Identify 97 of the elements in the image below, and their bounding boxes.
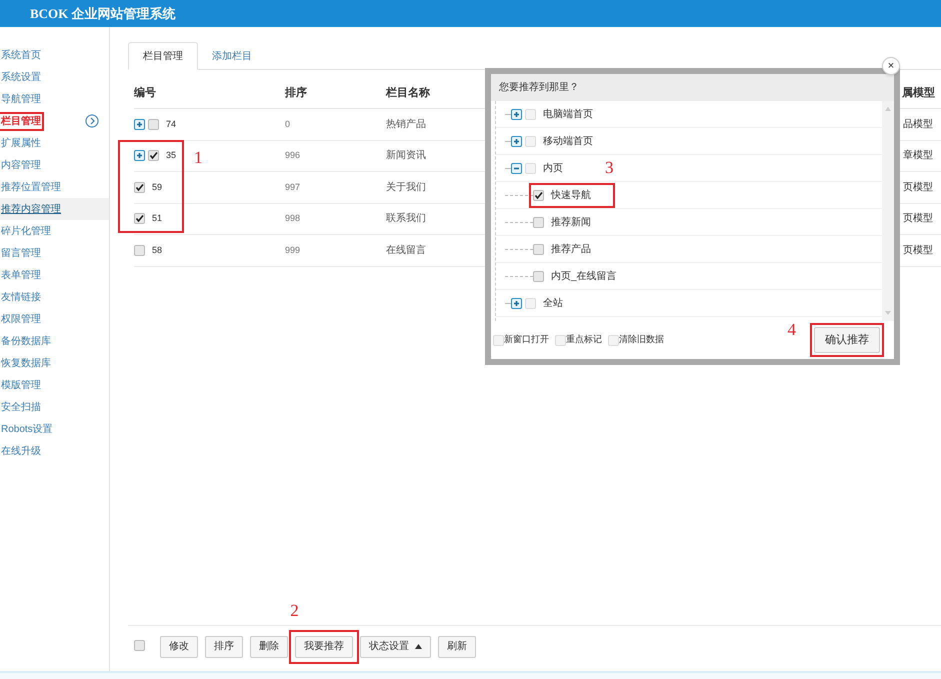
annotation-number: 3 <box>605 157 614 180</box>
table-cell-text: 页模型 <box>903 212 934 226</box>
option-label[interactable]: 重点标记 <box>566 333 602 347</box>
table-cell-text: 0 <box>285 118 290 130</box>
table-cell-text: 页模型 <box>903 180 934 195</box>
checkbox[interactable] <box>134 213 145 224</box>
sidebar-item[interactable]: 权限管理 <box>0 312 42 326</box>
checkbox[interactable] <box>525 162 536 174</box>
toolbar-button[interactable]: 刷新 <box>438 636 476 658</box>
sidebar-item[interactable]: 栏目管理 <box>0 114 42 128</box>
tree-item-label[interactable]: 内页 <box>543 160 563 176</box>
checkbox[interactable] <box>525 108 536 120</box>
checkbox[interactable] <box>533 216 544 228</box>
toolbar-button[interactable]: 我要推荐 <box>295 636 353 658</box>
sidebar-item[interactable]: 系统首页 <box>0 48 42 62</box>
table-cell-text: 在线留言 <box>386 244 426 258</box>
scroll-up-icon[interactable] <box>885 107 891 111</box>
table-cell-text: 品模型 <box>903 118 934 132</box>
table-cell-text: 59 <box>152 180 162 194</box>
sidebar-item[interactable]: 系统设置 <box>0 70 42 84</box>
checkbox[interactable] <box>555 334 566 346</box>
sidebar-item[interactable]: Robots设置 <box>0 422 54 436</box>
sidebar-item[interactable]: 导航管理 <box>0 92 42 106</box>
checkbox[interactable] <box>148 150 159 162</box>
table-cell-text: 新闻资讯 <box>386 148 426 164</box>
tree-item-label[interactable]: 推荐新闻 <box>551 214 591 230</box>
column-header: 编号 <box>134 86 156 101</box>
checkbox[interactable] <box>608 334 619 346</box>
checkbox[interactable] <box>134 182 145 193</box>
table-cell-text: 997 <box>285 180 300 194</box>
table-cell-text: 联系我们 <box>386 212 426 226</box>
scroll-down-icon[interactable] <box>885 311 891 315</box>
collapse-sidebar-icon[interactable] <box>85 114 99 128</box>
app-title: BCOK 企业网站管理系统 <box>30 4 176 23</box>
tree-item-label[interactable]: 推荐产品 <box>551 242 591 256</box>
checkbox[interactable] <box>134 244 145 256</box>
expand-icon[interactable] <box>134 118 145 130</box>
tree-item-label[interactable]: 内页_在线留言 <box>551 268 617 284</box>
caret-icon <box>415 644 422 649</box>
sidebar-item[interactable]: 在线升级 <box>0 444 42 458</box>
table-cell-text: 35 <box>166 149 176 162</box>
table-cell-text: 58 <box>152 244 162 256</box>
sidebar-item[interactable]: 友情链接 <box>0 290 42 304</box>
tab[interactable]: 栏目管理 <box>128 42 198 70</box>
sidebar-item[interactable]: 碎片化管理 <box>0 224 52 238</box>
table-cell-text: 999 <box>285 244 300 256</box>
sidebar-item[interactable]: 留言管理 <box>0 246 42 260</box>
toolbar-button[interactable]: 删除 <box>250 636 288 658</box>
close-button[interactable]: × <box>882 57 900 75</box>
tree-item-label[interactable]: 移动端首页 <box>543 134 593 148</box>
sidebar-item[interactable]: 安全扫描 <box>0 400 42 414</box>
column-header: 属模型 <box>902 86 935 101</box>
tree-item-label[interactable]: 电脑端首页 <box>543 106 593 122</box>
expand-icon[interactable] <box>134 150 145 162</box>
sidebar-item[interactable]: 推荐位置管理 <box>0 180 62 194</box>
scrollbar[interactable] <box>882 101 894 321</box>
sidebar-item[interactable]: 扩展属性 <box>0 136 42 150</box>
table-cell-text: 996 <box>285 149 300 162</box>
sidebar-item[interactable]: 恢复数据库 <box>0 356 52 370</box>
checkbox[interactable] <box>525 298 536 308</box>
option-label[interactable]: 清除旧数据 <box>619 333 664 347</box>
collapse-icon[interactable] <box>511 162 522 174</box>
checkbox[interactable] <box>533 190 544 200</box>
expand-icon[interactable] <box>511 298 522 308</box>
annotation-number: 1 <box>194 146 202 168</box>
column-header: 栏目名称 <box>386 86 430 101</box>
sidebar-item[interactable]: 备份数据库 <box>0 334 52 348</box>
table-cell-text: 页模型 <box>903 244 934 258</box>
dialog-title: 您要推荐到那里？ <box>499 80 579 95</box>
tab[interactable]: 添加栏目 <box>198 42 266 70</box>
checkbox[interactable] <box>148 118 159 130</box>
annotation-number: 2 <box>290 602 299 619</box>
annotation-number: 4 <box>788 319 796 342</box>
toolbar-button[interactable]: 修改 <box>160 636 198 658</box>
checkbox[interactable] <box>533 244 544 254</box>
table-cell-text: 热销产品 <box>386 118 426 132</box>
sidebar-item[interactable]: 内容管理 <box>0 158 42 172</box>
table-cell-text: 51 <box>152 212 162 225</box>
expand-icon[interactable] <box>511 108 522 120</box>
toolbar-button[interactable]: 排序 <box>205 636 243 658</box>
table-cell-text: 章模型 <box>903 148 934 164</box>
dropdown-button[interactable]: 状态设置 <box>360 636 431 658</box>
table-cell-text: 998 <box>285 212 300 225</box>
expand-icon[interactable] <box>511 136 522 146</box>
column-header: 排序 <box>285 86 307 101</box>
tree-item-label[interactable]: 快速导航 <box>551 188 591 202</box>
checkbox[interactable] <box>525 136 536 146</box>
option-label[interactable]: 新窗口打开 <box>504 333 549 347</box>
checkbox[interactable] <box>493 334 504 346</box>
sidebar-item[interactable]: 模版管理 <box>0 378 42 392</box>
checkbox[interactable] <box>533 270 544 282</box>
confirm-button[interactable]: 确认推荐 <box>814 327 880 353</box>
table-cell-text: 74 <box>166 118 176 130</box>
table-cell-text: 关于我们 <box>386 180 426 195</box>
tree-item-label[interactable]: 全站 <box>543 296 563 310</box>
checkbox[interactable] <box>134 640 145 650</box>
sidebar-item[interactable]: 表单管理 <box>0 268 42 282</box>
